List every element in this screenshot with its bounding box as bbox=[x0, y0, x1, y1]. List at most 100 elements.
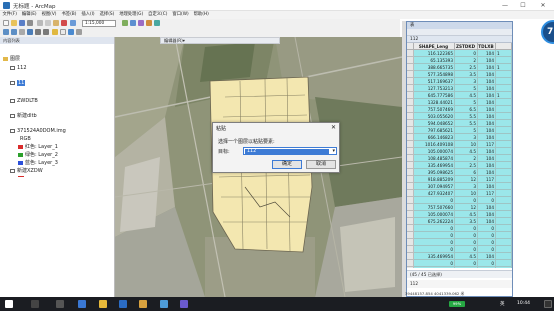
table-cell[interactable]: 0 bbox=[414, 197, 455, 204]
table-cell[interactable]: 797.685621 bbox=[414, 127, 455, 134]
table-cell[interactable] bbox=[407, 183, 414, 190]
table-cell[interactable] bbox=[407, 260, 414, 267]
menu-help[interactable]: 帮助(H) bbox=[191, 11, 211, 19]
store-icon[interactable] bbox=[119, 300, 127, 308]
table-row[interactable]: 335.469954 4.5 104 bbox=[407, 253, 512, 260]
table-cell[interactable] bbox=[407, 120, 414, 127]
notification-center-icon[interactable] bbox=[544, 300, 552, 308]
table-cell[interactable]: 104 bbox=[478, 64, 496, 71]
table-cell[interactable]: 757.507469 bbox=[414, 106, 455, 113]
copy-icon[interactable] bbox=[45, 20, 51, 26]
table-cell[interactable]: 1328.44021 bbox=[414, 99, 455, 106]
table-row[interactable]: 577.354898 3.5 104 bbox=[407, 71, 512, 78]
menu-selection[interactable]: 选择(S) bbox=[97, 11, 117, 19]
table-cell[interactable] bbox=[496, 253, 512, 260]
table-cell[interactable]: 127.753213 bbox=[414, 85, 455, 92]
table-cell[interactable] bbox=[496, 162, 512, 169]
table-cell[interactable]: 104 bbox=[478, 204, 496, 211]
table-row[interactable]: 757.507469 6.5 104 bbox=[407, 106, 512, 113]
table-cell[interactable]: 6 bbox=[455, 169, 478, 176]
table-cell[interactable]: 104 bbox=[478, 57, 496, 64]
table-cell[interactable]: 594.048652 bbox=[414, 120, 455, 127]
table-cell[interactable] bbox=[407, 176, 414, 183]
toc-root-layers[interactable]: 图层 bbox=[3, 55, 20, 63]
windows-start-icon[interactable] bbox=[5, 300, 13, 308]
table-cell[interactable]: 104 bbox=[478, 78, 496, 85]
table-cell[interactable]: 0 bbox=[455, 225, 478, 232]
table-row[interactable]: 594.048652 5.5 104 bbox=[407, 120, 512, 127]
table-row[interactable]: 127.753213 5 104 bbox=[407, 85, 512, 92]
table-cell[interactable]: 104 bbox=[478, 218, 496, 225]
table-cell[interactable] bbox=[407, 85, 414, 92]
menu-customize[interactable]: 自定义(C) bbox=[146, 11, 170, 19]
toc-layer-11[interactable]: 11 bbox=[10, 79, 26, 87]
table-cell[interactable]: 5 bbox=[455, 85, 478, 92]
search-icon[interactable] bbox=[146, 20, 152, 26]
header-zstdkd[interactable]: ZSTDKD bbox=[455, 43, 478, 50]
table-cell[interactable]: 577.354898 bbox=[414, 71, 455, 78]
checkbox-icon[interactable] bbox=[10, 168, 15, 173]
chevron-down-icon[interactable]: ▾ bbox=[332, 148, 335, 155]
table-cell[interactable]: 65.135393 bbox=[414, 57, 455, 64]
table-cell[interactable]: 104 bbox=[478, 120, 496, 127]
table-cell[interactable]: 2 bbox=[455, 155, 478, 162]
table-cell[interactable]: 0 bbox=[478, 225, 496, 232]
table-row[interactable]: 517.169637 3 104 bbox=[407, 78, 512, 85]
table-cell[interactable] bbox=[496, 197, 512, 204]
table-cell[interactable] bbox=[496, 218, 512, 225]
table-cell[interactable] bbox=[496, 120, 512, 127]
table-row[interactable]: 427.932407 10 117 bbox=[407, 190, 512, 197]
table-cell[interactable]: 0 bbox=[455, 50, 478, 57]
table-cell[interactable] bbox=[407, 92, 414, 99]
app-taskbar-icon[interactable] bbox=[160, 300, 168, 308]
table-cell[interactable]: 0 bbox=[414, 246, 455, 253]
table-cell[interactable]: 1 bbox=[496, 64, 512, 71]
table-cell[interactable] bbox=[407, 246, 414, 253]
select-elements-icon[interactable] bbox=[60, 29, 66, 35]
header-cell[interactable] bbox=[496, 43, 512, 50]
checkbox-icon[interactable] bbox=[10, 128, 15, 133]
table-row[interactable]: 335.469954 2.5 104 bbox=[407, 162, 512, 169]
menu-windows[interactable]: 窗口(W) bbox=[170, 11, 191, 19]
maximize-button[interactable]: ☐ bbox=[516, 0, 530, 11]
table-cell[interactable] bbox=[407, 141, 414, 148]
table-cell[interactable] bbox=[496, 57, 512, 64]
task-view-icon[interactable] bbox=[56, 300, 64, 308]
table-cell[interactable]: 0 bbox=[455, 232, 478, 239]
table-cell[interactable] bbox=[407, 169, 414, 176]
table-cell[interactable] bbox=[496, 169, 512, 176]
table-cell[interactable]: 3 bbox=[455, 134, 478, 141]
table-cell[interactable]: 3.5 bbox=[455, 71, 478, 78]
table-cell[interactable] bbox=[496, 71, 512, 78]
table-cell[interactable]: 0 bbox=[455, 246, 478, 253]
toc-layer-112[interactable]: 112 bbox=[10, 64, 27, 72]
table-cell[interactable]: 0 bbox=[478, 239, 496, 246]
table-cell[interactable]: 388.665735 bbox=[414, 64, 455, 71]
table-cell[interactable]: 5 bbox=[455, 127, 478, 134]
table-row[interactable]: 000 bbox=[407, 267, 512, 268]
table-cell[interactable] bbox=[407, 127, 414, 134]
table-row[interactable]: 000 bbox=[407, 232, 512, 239]
table-cell[interactable]: 1 bbox=[496, 50, 512, 57]
table-row[interactable]: 000 bbox=[407, 239, 512, 246]
table-cell[interactable] bbox=[407, 106, 414, 113]
table-cell[interactable]: 10 bbox=[455, 190, 478, 197]
menu-insert[interactable]: 插入(I) bbox=[79, 11, 97, 19]
menu-file[interactable]: 文件(F) bbox=[0, 11, 19, 19]
table-layer-tab[interactable]: 112 bbox=[407, 36, 512, 43]
edge-browser-icon[interactable] bbox=[78, 300, 86, 308]
app-taskbar-icon-2[interactable] bbox=[180, 300, 188, 308]
back-extent-icon[interactable] bbox=[35, 29, 41, 35]
identify-icon[interactable] bbox=[68, 29, 74, 35]
minimize-button[interactable]: — bbox=[498, 0, 512, 11]
table-cell[interactable] bbox=[496, 176, 512, 183]
table-cell[interactable]: 307.094957 bbox=[414, 183, 455, 190]
table-cell[interactable] bbox=[496, 99, 512, 106]
close-button[interactable]: ✕ bbox=[536, 0, 550, 11]
measure-icon[interactable] bbox=[76, 29, 82, 35]
checkbox-icon[interactable] bbox=[10, 65, 15, 70]
table-cell[interactable]: 104 bbox=[478, 134, 496, 141]
table-cell[interactable] bbox=[407, 155, 414, 162]
table-cell[interactable] bbox=[496, 155, 512, 162]
table-cell[interactable]: 5.5 bbox=[455, 113, 478, 120]
